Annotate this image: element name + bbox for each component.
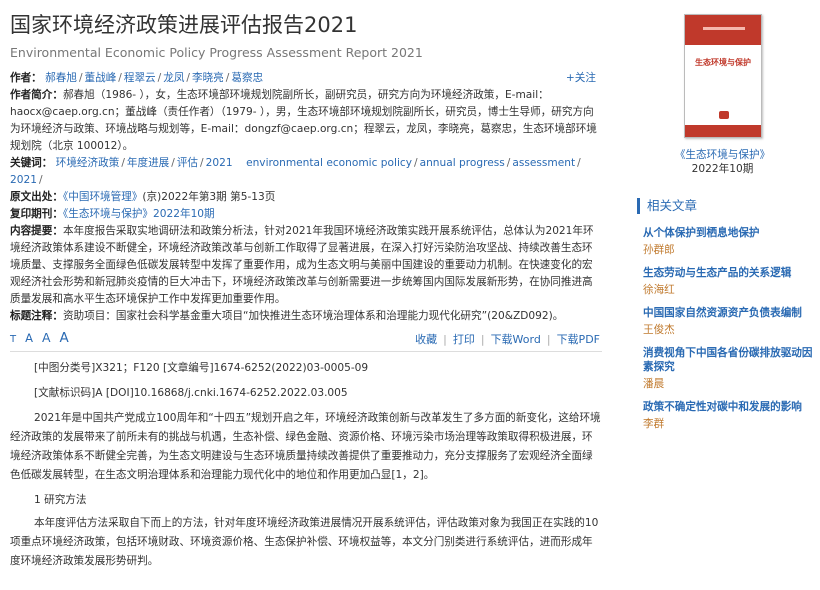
keyword-link-8[interactable]: 2021 bbox=[10, 174, 37, 186]
related-title-link-4[interactable]: 消费视角下中国各省份碳排放驱动因素探究 bbox=[643, 346, 817, 374]
journal-name-link[interactable]: 《生态环境与保护》 bbox=[675, 149, 770, 161]
keyword-link-4[interactable]: 2021 bbox=[206, 157, 233, 169]
source-journal-link[interactable]: 《中国环境管理》 bbox=[63, 191, 142, 203]
font-size-t-button[interactable]: T bbox=[10, 334, 16, 345]
article-title-cn: 国家环境经济政策进展评估报告2021 bbox=[10, 13, 358, 37]
cover-top-band bbox=[685, 15, 761, 45]
related-list: 从个体保护到栖息地保护 孙群郎 生态劳动与生态产品的关系逻辑 徐海红 中国国家自… bbox=[637, 226, 817, 431]
cover-logo-icon bbox=[719, 111, 729, 119]
list-item: 中国国家自然资源资产负债表编制 王俊杰 bbox=[643, 306, 817, 337]
download-pdf-button[interactable]: 下载PDF bbox=[557, 333, 600, 346]
related-author-4[interactable]: 潘晨 bbox=[643, 377, 817, 391]
abstract-label: 内容提要： bbox=[10, 225, 63, 237]
related-title-link-3[interactable]: 中国国家自然资源资产负债表编制 bbox=[643, 306, 817, 320]
source-row: 原文出处：《中国环境管理》(京)2022年第3期 第5-13页 bbox=[10, 189, 602, 206]
article-actions: 收藏 | 打印 | 下载Word | 下载PDF bbox=[415, 333, 600, 346]
author-link-2[interactable]: 董战峰 bbox=[85, 72, 117, 84]
keywords-label: 关键词： bbox=[10, 157, 53, 169]
body-paragraph-2: 本年度评估方法采取自下而上的方法，针对年度环境经济政策进展情况开展系统评估，评估… bbox=[10, 517, 599, 567]
abstract-row: 内容提要：本年度报告采取实地调研法和政策分析法，针对2021年我国环境经济政策实… bbox=[10, 223, 602, 308]
article-toolbar: TAAA 收藏 | 打印 | 下载Word | 下载PDF bbox=[10, 330, 602, 348]
source-label: 原文出处： bbox=[10, 191, 63, 203]
author-link-1[interactable]: 郝春旭 bbox=[45, 72, 77, 84]
related-author-1[interactable]: 孙群郎 bbox=[643, 243, 817, 257]
abstract-text: 本年度报告采取实地调研法和政策分析法，针对2021年我国环境经济政策实践开展系统… bbox=[10, 225, 594, 305]
reprint-journal-link[interactable]: 《生态环境与保护》2022年10期 bbox=[63, 208, 215, 220]
download-word-button[interactable]: 下载Word bbox=[491, 333, 541, 346]
related-author-3[interactable]: 王俊杰 bbox=[643, 323, 817, 337]
journal-issue: 2022年10期 bbox=[691, 163, 754, 175]
cover-bottom-band bbox=[685, 125, 761, 137]
funding-row: 标题注释：资助项目：国家社会科学基金重大项目“加快推进生态环境治理体系和治理能力… bbox=[10, 308, 602, 325]
keyword-link-6[interactable]: annual progress bbox=[420, 157, 505, 169]
article-title-en: Environmental Economic Policy Progress A… bbox=[10, 45, 423, 60]
toolbar-divider bbox=[10, 351, 602, 352]
section-heading-1: 1 研究方法 bbox=[34, 494, 87, 506]
article-body: [中图分类号]X321；F120 [文章编号]1674-6252(2022)03… bbox=[10, 359, 602, 571]
list-item: 消费视角下中国各省份碳排放驱动因素探究 潘晨 bbox=[643, 346, 817, 391]
author-link-3[interactable]: 程翠云 bbox=[124, 72, 156, 84]
journal-cover-image[interactable]: 生态环境与保护 bbox=[684, 14, 762, 138]
related-author-2[interactable]: 徐海红 bbox=[643, 283, 817, 297]
source-issue: (京)2022年第3期 第5-13页 bbox=[142, 191, 276, 203]
authors-label: 作者： bbox=[10, 72, 42, 84]
author-link-6[interactable]: 葛察忠 bbox=[231, 72, 263, 84]
keyword-link-7[interactable]: assessment bbox=[512, 157, 575, 169]
print-button[interactable]: 打印 bbox=[453, 333, 475, 346]
keyword-link-1[interactable]: 环境经济政策 bbox=[56, 157, 120, 169]
list-item: 政策不确定性对碳中和发展的影响 李群 bbox=[643, 400, 817, 431]
funding-label: 标题注释： bbox=[10, 310, 63, 322]
article-meta: 作者： 郝春旭 / 董战峰 / 程翠云 / 龙凤 / 李晓亮 / 葛察忠 +关注 作者简介：郝春旭（… bbox=[10, 70, 602, 325]
related-author-5[interactable]: 李群 bbox=[643, 417, 817, 431]
related-title-link-5[interactable]: 政策不确定性对碳中和发展的影响 bbox=[643, 400, 817, 414]
related-title-link-2[interactable]: 生态劳动与生态产品的关系逻辑 bbox=[643, 266, 817, 280]
font-size-controls: TAAA bbox=[10, 330, 78, 346]
font-size-small-button[interactable]: A bbox=[25, 331, 33, 345]
list-item: 从个体保护到栖息地保护 孙群郎 bbox=[643, 226, 817, 257]
article-main: 国家环境经济政策进展评估报告2021 Environmental Economi… bbox=[10, 0, 602, 571]
follow-button[interactable]: +关注 bbox=[566, 70, 596, 87]
classification-line: [中图分类号]X321；F120 [文章编号]1674-6252(2022)03… bbox=[34, 362, 369, 374]
keyword-link-5[interactable]: environmental economic policy bbox=[246, 157, 412, 169]
authors-row: 作者： 郝春旭 / 董战峰 / 程翠云 / 龙凤 / 李晓亮 / 葛察忠 +关注 bbox=[10, 70, 602, 87]
author-link-4[interactable]: 龙凤 bbox=[163, 72, 184, 84]
related-title-link-1[interactable]: 从个体保护到栖息地保护 bbox=[643, 226, 817, 240]
cover-title: 生态环境与保护 bbox=[695, 58, 751, 67]
author-link-5[interactable]: 李晓亮 bbox=[192, 72, 224, 84]
related-articles: 相关文章 从个体保护到栖息地保护 孙群郎 生态劳动与生态产品的关系逻辑 徐海红 … bbox=[637, 198, 817, 440]
reprint-label: 复印期刊： bbox=[10, 208, 63, 220]
journal-info: 《生态环境与保护》 2022年10期 bbox=[670, 148, 775, 176]
list-item: 生态劳动与生态产品的关系逻辑 徐海红 bbox=[643, 266, 817, 297]
author-intro-text: 郝春旭（1986- ），女，生态环境部环境规划院副所长，副研究员，研究方向为环境… bbox=[10, 89, 597, 152]
funding-text: 资助项目：国家社会科学基金重大项目“加快推进生态环境治理体系和治理能力现代化研究… bbox=[62, 310, 564, 322]
keyword-link-3[interactable]: 评估 bbox=[177, 157, 198, 169]
reprint-row: 复印期刊：《生态环境与保护》2022年10期 bbox=[10, 206, 602, 223]
cover-header-mark bbox=[703, 27, 745, 30]
doc-id-line: [文献标识码]A [DOI]10.16868/j.cnki.1674-6252.… bbox=[34, 387, 348, 399]
author-intro-label: 作者简介： bbox=[10, 89, 63, 101]
collect-button[interactable]: 收藏 bbox=[415, 333, 437, 346]
keywords-row: 关键词： 环境经济政策 / 年度进展 / 评估/2021 environmental e… bbox=[10, 157, 581, 186]
font-size-large-button[interactable]: A bbox=[60, 330, 69, 346]
keyword-link-2[interactable]: 年度进展 bbox=[127, 157, 169, 169]
font-size-medium-button[interactable]: A bbox=[42, 330, 51, 345]
author-intro-row: 作者简介：郝春旭（1986- ），女，生态环境部环境规划院副所长，副研究员，研究… bbox=[10, 87, 602, 155]
body-paragraph-1: 2021年是中国共产党成立100周年和“十四五”规划开启之年，环境经济政策创新与… bbox=[10, 412, 601, 481]
related-heading: 相关文章 bbox=[637, 198, 817, 214]
